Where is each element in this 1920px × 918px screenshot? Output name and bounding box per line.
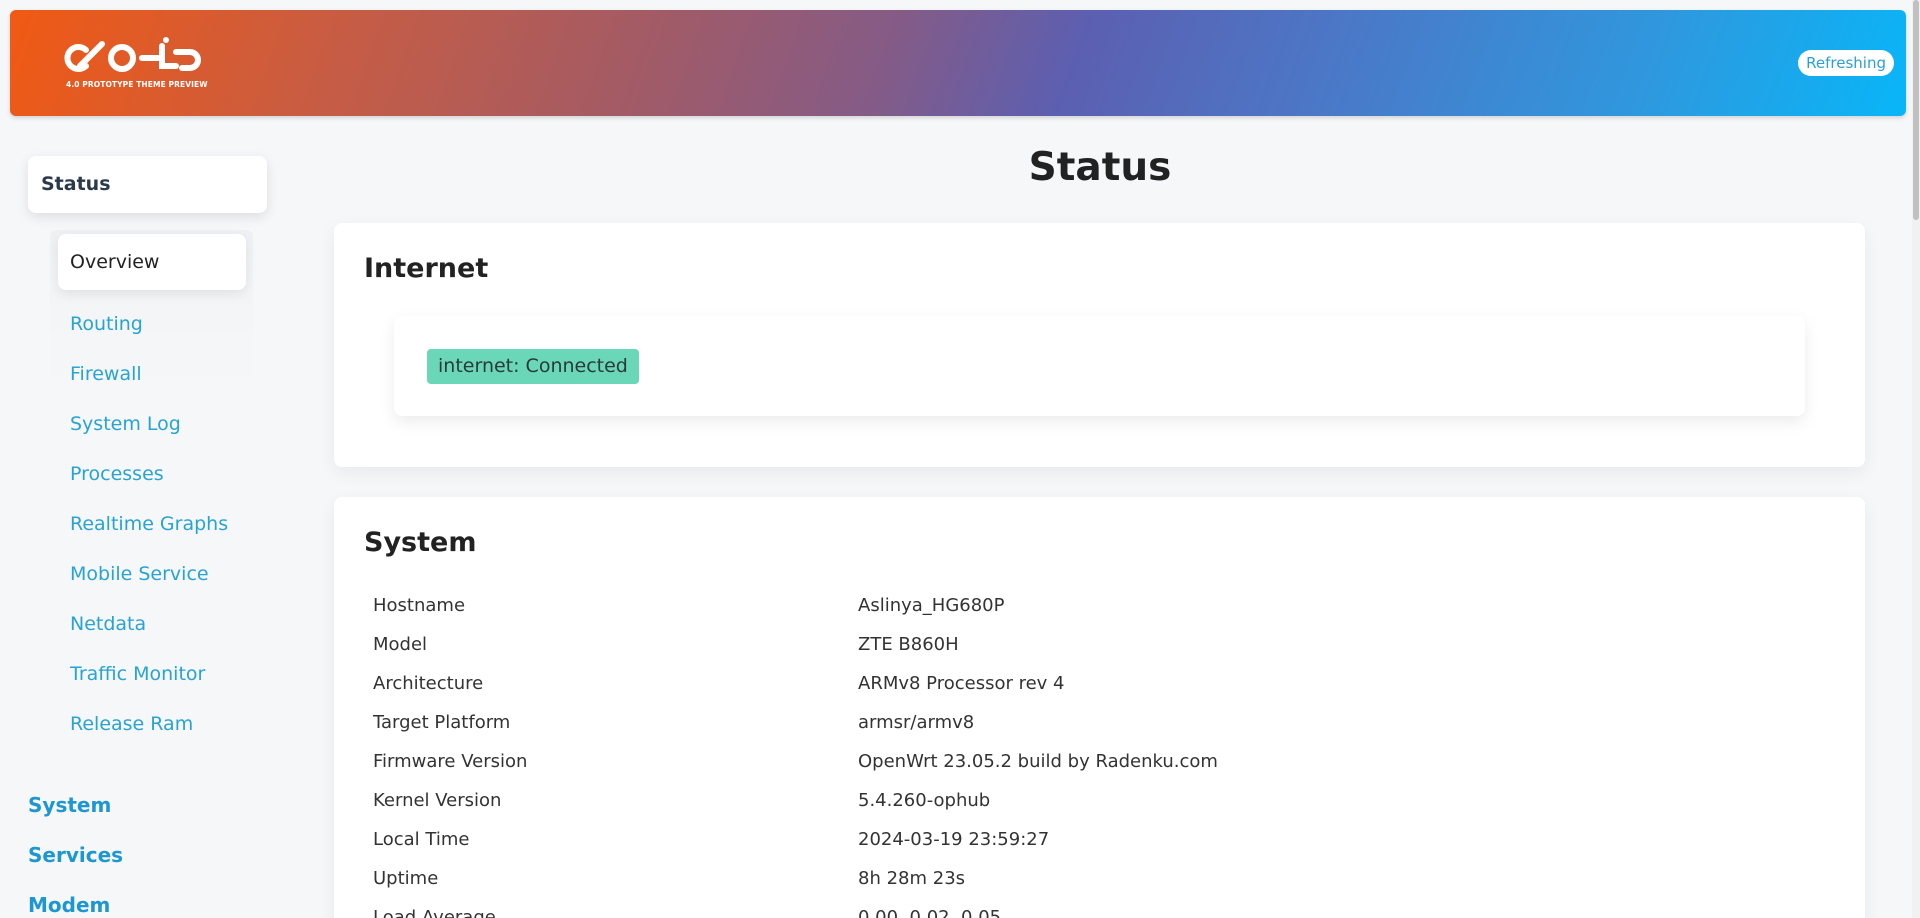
refreshing-indicator-button[interactable]: Refreshing	[1798, 50, 1894, 76]
sidebar-item-processes[interactable]: Processes	[70, 463, 164, 485]
table-row: Firmware Version OpenWrt 23.05.2 build by…	[373, 743, 1833, 782]
logo-subtitle: 4.0 PROTOTYPE THEME PREVIEW	[66, 80, 208, 89]
sidebar-item-realtime-graphs[interactable]: Realtime Graphs	[70, 513, 228, 535]
sidebar-item-routing[interactable]: Routing	[70, 313, 143, 335]
system-info-value: ARMv8 Processor rev 4	[858, 673, 1065, 694]
logo-mark-icon	[64, 37, 201, 72]
sidebar-item-system-log[interactable]: System Log	[70, 413, 181, 435]
table-row: Model ZTE B860H	[373, 626, 1833, 665]
system-info-key: Local Time	[373, 829, 470, 850]
sidebar-item-mobile-service[interactable]: Mobile Service	[70, 563, 209, 585]
system-info-key: Hostname	[373, 595, 466, 616]
table-row: Load Average 0.00, 0.02, 0.05	[373, 899, 1833, 918]
internet-card-title: Internet	[364, 253, 489, 284]
header-banner: 4.0 PROTOTYPE THEME PREVIEW Refreshing	[10, 10, 1906, 116]
table-row: Target Platform armsr/armv8	[373, 704, 1833, 743]
table-row: Hostname Aslinya_HG680P	[373, 587, 1833, 626]
sidebar-item-traffic-monitor[interactable]: Traffic Monitor	[70, 663, 205, 685]
system-info-value: 0.00, 0.02, 0.05	[858, 907, 1002, 918]
scrollbar-thumb[interactable]	[1913, 0, 1919, 220]
page-scrollbar[interactable]	[1912, 0, 1920, 918]
system-info-key: Firmware Version	[373, 751, 528, 772]
sidebar-item-firewall[interactable]: Firewall	[70, 363, 142, 385]
system-card-title: System	[364, 527, 477, 558]
system-info-value: 2024-03-19 23:59:27	[858, 829, 1050, 850]
table-row: Uptime 8h 28m 23s	[373, 860, 1833, 899]
system-info-value: Aslinya_HG680P	[858, 595, 1005, 616]
system-info-key: Architecture	[373, 673, 484, 694]
system-info-value: 8h 28m 23s	[858, 868, 966, 889]
system-info-value: armsr/armv8	[858, 712, 975, 733]
system-info-value: 5.4.260-ophub	[858, 790, 991, 811]
sidebar-item-services[interactable]: Services	[28, 843, 123, 867]
sidebar-item-release-ram[interactable]: Release Ram	[70, 713, 193, 735]
app-logo[interactable]: 4.0 PROTOTYPE THEME PREVIEW	[58, 36, 208, 92]
system-info-value: ZTE B860H	[858, 634, 959, 655]
sidebar-item-netdata[interactable]: Netdata	[70, 613, 146, 635]
sidebar-item-system[interactable]: System	[28, 793, 111, 817]
sidebar-item-status[interactable]: Status	[28, 156, 267, 213]
table-row: Local Time 2024-03-19 23:59:27	[373, 821, 1833, 860]
sidebar-item-overview[interactable]: Overview	[58, 234, 246, 290]
system-info-key: Target Platform	[373, 712, 511, 733]
system-info-key: Load Average	[373, 907, 496, 918]
internet-status-box: internet: Connected	[394, 316, 1805, 416]
system-info-key: Kernel Version	[373, 790, 502, 811]
system-info-value: OpenWrt 23.05.2 build by Radenku.com	[858, 751, 1218, 772]
system-info-key: Uptime	[373, 868, 439, 889]
system-card: System Hostname Aslinya_HG680P Model ZTE B8…	[334, 497, 1865, 918]
page-title: Status	[1028, 145, 1172, 190]
table-row: Kernel Version 5.4.260-ophub	[373, 782, 1833, 821]
table-row: Architecture ARMv8 Processor rev 4	[373, 665, 1833, 704]
internet-status-badge: internet: Connected	[427, 349, 639, 384]
internet-card: Internet internet: Connected	[334, 223, 1865, 467]
sidebar-item-modem[interactable]: Modem	[28, 893, 110, 917]
system-info-key: Model	[373, 634, 428, 655]
